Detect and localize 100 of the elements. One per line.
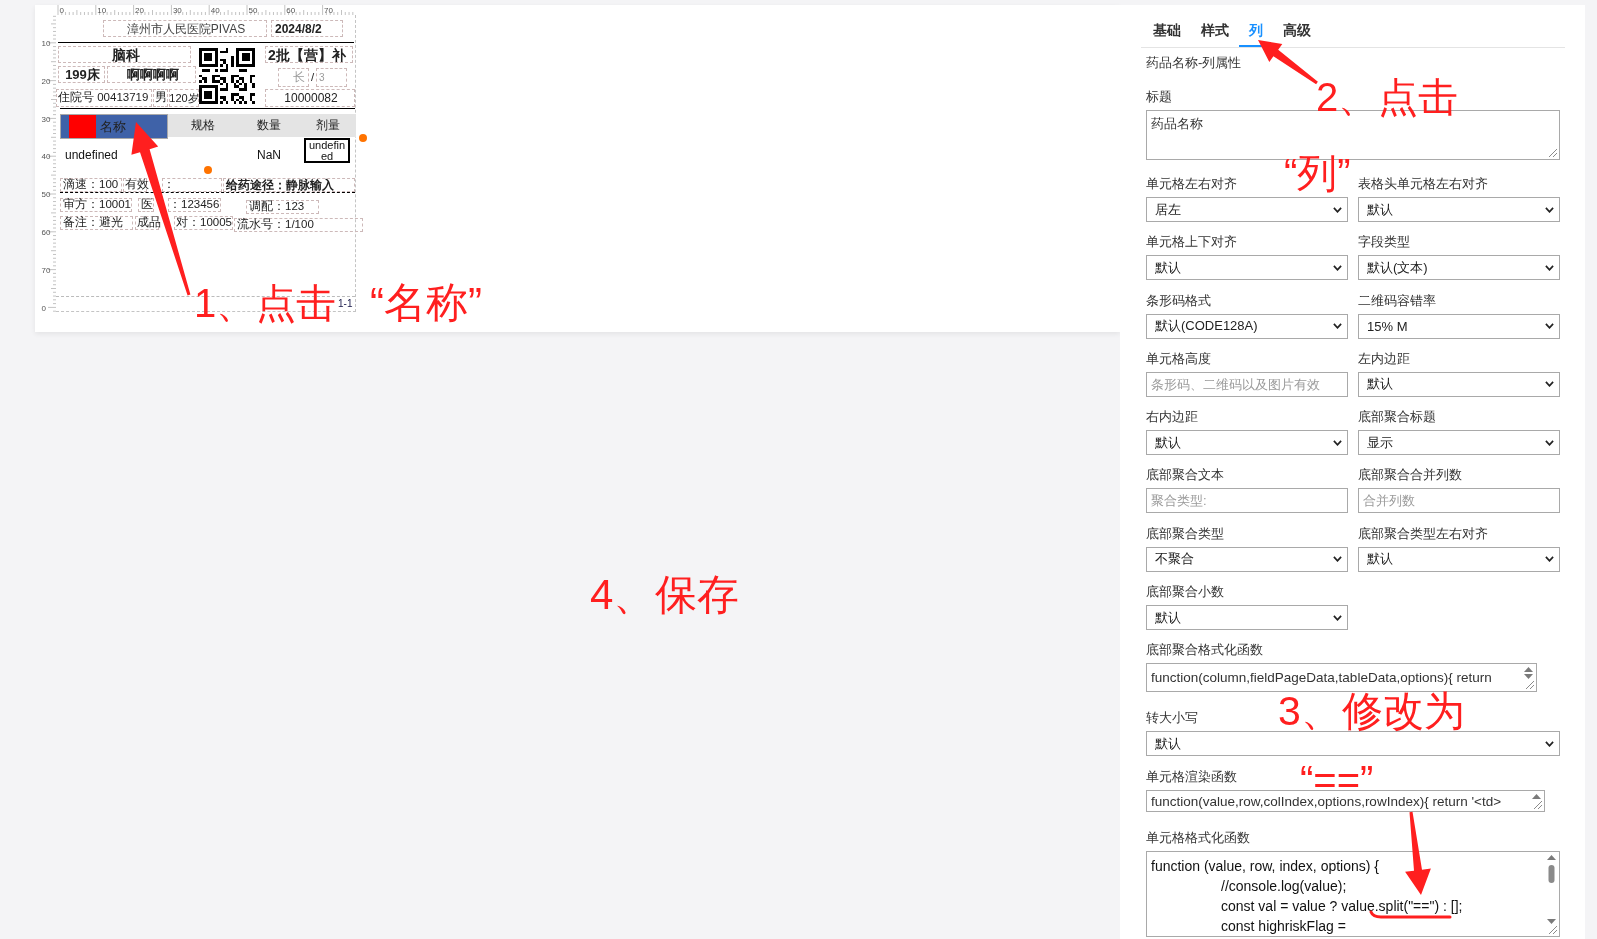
label-text: 住院号 00413719 <box>56 89 152 107</box>
label-text: 漳州市人民医院PIVAS <box>103 20 267 37</box>
tab[interactable]: 样式 <box>1191 15 1239 47</box>
label-text: 10000082 <box>265 89 355 107</box>
label-text: 2024/8/2 <box>271 20 343 37</box>
scrollbar[interactable] <box>1547 855 1556 925</box>
resize-grip-icon[interactable] <box>1534 801 1542 810</box>
handle-dot-icon[interactable] <box>204 166 212 174</box>
annotation-text: “名称” <box>370 282 482 324</box>
column-header[interactable]: 数量 <box>238 114 300 137</box>
table-cell-text: NaN <box>256 147 282 163</box>
chevron-down-icon <box>1545 439 1554 446</box>
chevron-down-icon <box>1333 206 1342 213</box>
field-label: 底部聚合文本 <box>1146 466 1224 484</box>
label-text: 199床 <box>58 66 105 83</box>
chevron-down-icon <box>1545 264 1554 271</box>
label-text: 流水号：1/100 <box>234 218 363 232</box>
input-field[interactable]: 聚合类型: <box>1146 488 1348 514</box>
dropdown[interactable]: 默认 <box>1358 371 1560 397</box>
label-text: 长 <box>278 68 309 87</box>
field-label: 二维码容错率 <box>1358 291 1436 309</box>
chevron-down-icon <box>1333 614 1342 621</box>
field-label: 右内边距 <box>1146 408 1198 426</box>
column-header[interactable]: 剂量 <box>300 114 356 137</box>
field-label: 单元格高度 <box>1146 349 1211 367</box>
ruler-number: 60 <box>41 228 51 237</box>
field-label: 底部聚合类型 <box>1146 524 1224 542</box>
label-text: 成品 <box>135 216 159 230</box>
label-text: ： <box>162 178 222 192</box>
field-label: 单元格格式化函数 <box>1146 829 1250 847</box>
dropdown[interactable]: 显示 <box>1358 430 1560 456</box>
dropdown[interactable]: 默认 <box>1146 430 1348 456</box>
field-label: 左内边距 <box>1358 349 1410 367</box>
field-label: 底部聚合小数 <box>1146 583 1224 601</box>
label-text: 对：10005 <box>174 216 233 230</box>
ruler-number: 30 <box>172 6 182 15</box>
field-label: 条形码格式 <box>1146 291 1211 309</box>
label-text: 审方：10001 <box>60 198 132 212</box>
dropdown[interactable]: 不聚合 <box>1146 546 1348 572</box>
ruler-number: 20 <box>135 6 144 15</box>
label-text: 调配：123 <box>246 200 319 214</box>
scrollbar[interactable] <box>1524 667 1533 680</box>
ruler-number: 10 <box>41 39 51 48</box>
chevron-down-icon <box>1545 323 1554 330</box>
label-text: 医 <box>138 198 154 212</box>
label-text: ：123456 <box>168 198 221 212</box>
field-label: 单元格渲染函数 <box>1146 768 1237 786</box>
dropdown[interactable]: 默认 <box>1146 605 1348 631</box>
field-label: 底部聚合合并列数 <box>1358 466 1462 484</box>
annotation-text: 3、修改为 <box>1278 691 1465 732</box>
tab[interactable]: 高级 <box>1273 15 1321 47</box>
resize-grip-icon[interactable] <box>1549 149 1557 157</box>
label-text: 给药途径：静脉输入 <box>223 178 355 192</box>
field-label: 表格头单元格左右对齐 <box>1358 175 1488 192</box>
resize-grip-icon[interactable] <box>1549 926 1557 935</box>
input-field[interactable]: 合并列数 <box>1358 488 1560 514</box>
tab[interactable]: 基础 <box>1143 15 1191 47</box>
ruler-number: 40 <box>41 152 51 162</box>
code-field[interactable]: function (value, row, index, options) { //console.log(value); const val = value ? value.split("==") : []; const highriskFlag = <box>1146 851 1560 938</box>
ruler-number: 0 <box>41 303 46 312</box>
dropdown[interactable]: 默认(文本) <box>1358 255 1560 281</box>
label-text: 脑科 <box>58 46 191 63</box>
input-field[interactable]: 条形码、二维码以及图片有效 <box>1146 371 1348 397</box>
dropdown[interactable]: 居左 <box>1146 197 1348 222</box>
label-text: 男 <box>153 89 168 107</box>
scrollbar[interactable] <box>1532 794 1541 800</box>
annotation-text: 4、保存 <box>590 574 740 616</box>
label-text: 3 <box>316 68 347 87</box>
chevron-down-icon <box>1333 439 1342 446</box>
field-label: 底部聚合格式化函数 <box>1146 641 1263 659</box>
dropdown[interactable]: 默认(CODE128A) <box>1146 313 1348 339</box>
ruler-number: 20 <box>41 76 51 86</box>
dropdown[interactable]: 默认 <box>1358 197 1560 222</box>
dropdown[interactable]: 默认 <box>1146 255 1348 281</box>
handle-dot-icon[interactable] <box>359 134 367 142</box>
chevron-down-icon <box>1545 740 1554 747</box>
resize-grip-icon[interactable] <box>1526 681 1534 690</box>
column-header[interactable]: 规格 <box>168 114 238 137</box>
dropdown[interactable]: 15% M <box>1358 313 1560 339</box>
label-text: 2批【营】补 <box>265 46 353 63</box>
arrow <box>1258 40 1318 85</box>
field-label: 字段类型 <box>1358 233 1410 251</box>
label-text: 有效 <box>123 178 147 192</box>
ruler-number: 30 <box>41 114 51 124</box>
section-heading: 药品名称-列属性 <box>1146 54 1242 71</box>
chevron-down-icon <box>1333 323 1342 330</box>
field-label: 转大小写 <box>1146 709 1198 727</box>
field-label: 底部聚合标题 <box>1358 408 1436 426</box>
ruler-number: 60 <box>286 6 296 15</box>
field-label: 单元格上下对齐 <box>1146 233 1237 251</box>
page-number: 1-1 <box>338 298 353 309</box>
annotation-text: 1、点击 <box>194 283 337 323</box>
dropdown[interactable]: 默认 <box>1146 731 1560 757</box>
chevron-down-icon <box>1545 381 1554 388</box>
dropdown[interactable]: 默认 <box>1358 546 1560 572</box>
chevron-down-icon <box>1333 556 1342 563</box>
label-text: / <box>309 69 316 85</box>
ruler-number: 50 <box>41 190 51 200</box>
chevron-down-icon <box>1545 206 1554 213</box>
ruler-number: 50 <box>248 6 258 15</box>
